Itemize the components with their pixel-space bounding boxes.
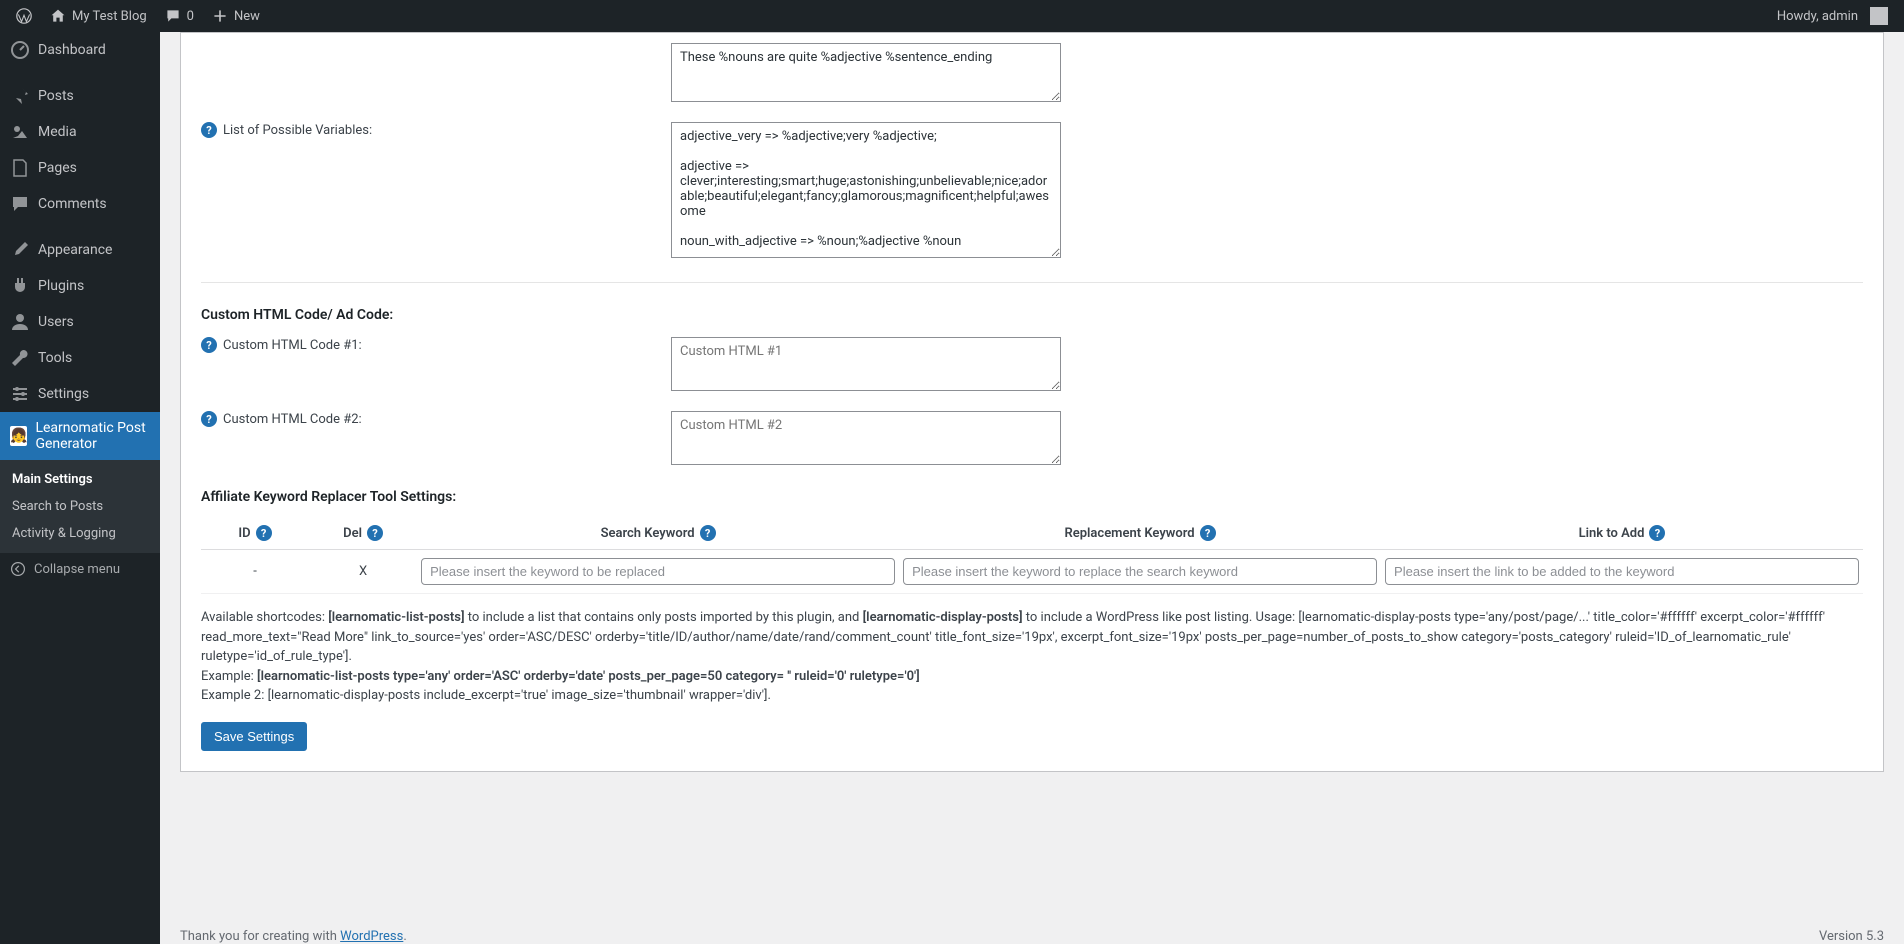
search-keyword-input[interactable] (421, 558, 895, 585)
sidebar-item-pages[interactable]: Pages (0, 150, 160, 186)
th-replace: Replacement Keyword (1064, 526, 1194, 541)
wrench-icon (10, 348, 30, 368)
html2-label: Custom HTML Code #2: (223, 412, 362, 427)
html2-row: ? Custom HTML Code #2: (201, 403, 1863, 477)
plus-icon (212, 8, 228, 24)
howdy-link[interactable]: Howdy, admin (1769, 0, 1896, 32)
sliders-icon (10, 384, 30, 404)
page-icon (10, 158, 30, 178)
wordpress-icon (16, 8, 32, 24)
comments-link[interactable]: 0 (157, 0, 202, 32)
brush-icon (10, 240, 30, 260)
main: ? List of Possible Variables: Custom HTM… (160, 32, 1904, 944)
home-icon (50, 8, 66, 24)
submenu-activity-logging[interactable]: Activity & Logging (0, 520, 160, 547)
new-link[interactable]: New (204, 0, 268, 32)
help-icon[interactable]: ? (201, 411, 217, 427)
custom-html-title: Custom HTML Code/ Ad Code: (181, 295, 1883, 327)
sidebar-item-media[interactable]: Media (0, 114, 160, 150)
help-icon[interactable]: ? (367, 525, 383, 541)
submenu: Main Settings Search to Posts Activity &… (0, 460, 160, 553)
plug-icon (10, 276, 30, 296)
th-link: Link to Add (1579, 526, 1645, 541)
help-icon[interactable]: ? (256, 525, 272, 541)
sidebar-item-settings[interactable]: Settings (0, 376, 160, 412)
comments-count: 0 (187, 9, 194, 24)
wordpress-link[interactable]: WordPress (340, 929, 403, 944)
sidebar-item-appearance[interactable]: Appearance (0, 232, 160, 268)
howdy-text: Howdy, admin (1777, 9, 1858, 24)
comment-icon (10, 194, 30, 214)
html1-row: ? Custom HTML Code #1: (201, 329, 1863, 403)
new-label: New (234, 9, 260, 24)
html2-textarea[interactable] (671, 411, 1061, 465)
sidebar-item-tools[interactable]: Tools (0, 340, 160, 376)
submenu-search-to-posts[interactable]: Search to Posts (0, 493, 160, 520)
collapse-menu[interactable]: Collapse menu (0, 553, 160, 585)
dashboard-icon (10, 40, 30, 60)
th-del: Del (343, 526, 362, 541)
settings-card: ? List of Possible Variables: Custom HTM… (180, 32, 1884, 772)
plugin-icon: 👧 (10, 426, 27, 446)
html1-label: Custom HTML Code #1: (223, 338, 362, 353)
site-link[interactable]: My Test Blog (42, 0, 155, 32)
sidebar-item-dashboard[interactable]: Dashboard (0, 32, 160, 68)
divider (201, 282, 1863, 283)
admin-bar: My Test Blog 0 New Howdy, admin (0, 0, 1904, 32)
html1-textarea[interactable] (671, 337, 1061, 391)
help-icon[interactable]: ? (201, 337, 217, 353)
footer: Thank you for creating with WordPress. V… (160, 915, 1904, 944)
sidebar-item-users[interactable]: Users (0, 304, 160, 340)
table-row: - X (201, 550, 1863, 594)
version-text: Version 5.3 (1819, 929, 1884, 944)
variables-row: ? List of Possible Variables: (201, 114, 1863, 270)
delete-row-button[interactable]: X (359, 564, 367, 579)
save-settings-button[interactable]: Save Settings (201, 722, 307, 751)
shortcodes-info: Available shortcodes: [learnomatic-list-… (181, 594, 1883, 708)
avatar (1870, 7, 1888, 25)
sidebar-item-comments[interactable]: Comments (0, 186, 160, 222)
pin-icon (10, 86, 30, 106)
help-icon[interactable]: ? (1200, 525, 1216, 541)
th-search: Search Keyword (601, 526, 695, 541)
affiliate-table: ID? Del? Search Keyword? Replacement Key… (201, 517, 1863, 594)
media-icon (10, 122, 30, 142)
help-icon[interactable]: ? (201, 122, 217, 138)
sentence-templates-textarea[interactable] (671, 43, 1061, 102)
site-name: My Test Blog (72, 9, 147, 24)
user-icon (10, 312, 30, 332)
th-id: ID (238, 526, 250, 541)
admin-sidebar: Dashboard Posts Media Pages Comments App… (0, 32, 160, 944)
wp-logo[interactable] (8, 0, 40, 32)
link-to-add-input[interactable] (1385, 558, 1859, 585)
variables-label: List of Possible Variables: (223, 123, 372, 138)
comment-icon (165, 8, 181, 24)
replacement-keyword-input[interactable] (903, 558, 1377, 585)
help-icon[interactable]: ? (700, 525, 716, 541)
sidebar-item-posts[interactable]: Posts (0, 78, 160, 114)
submenu-main-settings[interactable]: Main Settings (0, 466, 160, 493)
sidebar-item-learnomatic[interactable]: 👧 Learnomatic Post Generator (0, 412, 160, 460)
collapse-icon (10, 561, 26, 577)
help-icon[interactable]: ? (1649, 525, 1665, 541)
affiliate-title: Affiliate Keyword Replacer Tool Settings… (201, 477, 1863, 513)
cell-id: - (201, 550, 309, 594)
sidebar-item-plugins[interactable]: Plugins (0, 268, 160, 304)
sentence-templates-row (201, 35, 1863, 114)
variables-textarea[interactable] (671, 122, 1061, 258)
